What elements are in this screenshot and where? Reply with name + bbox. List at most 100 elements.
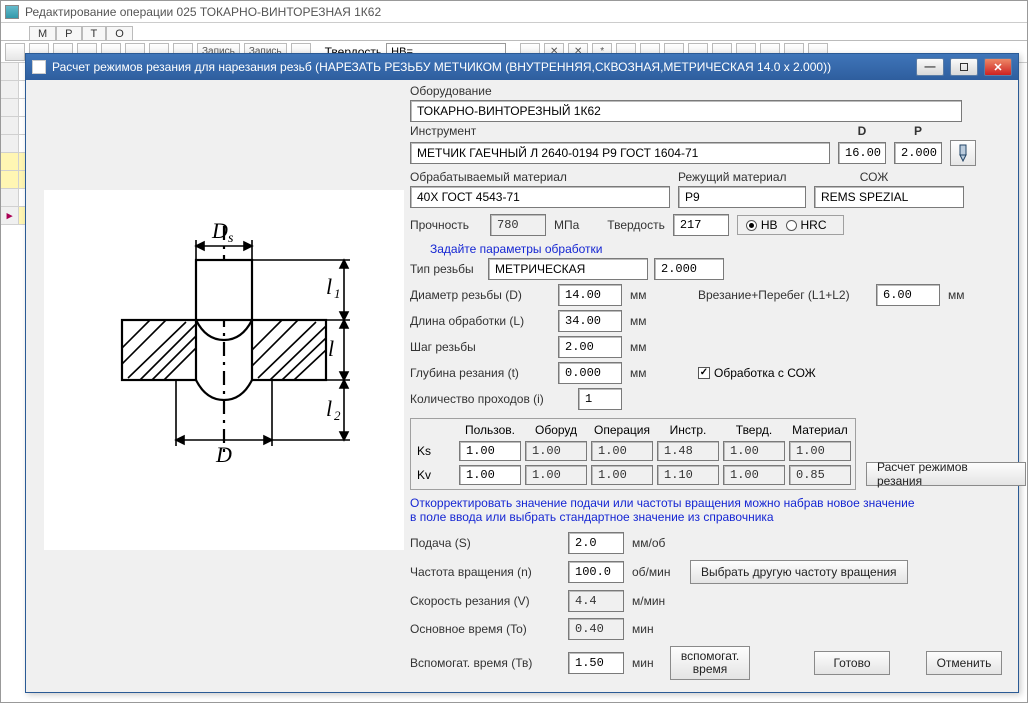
- svg-text:1: 1: [334, 286, 341, 301]
- tb-btn-1[interactable]: [5, 43, 25, 61]
- step-unit: мм: [630, 340, 647, 354]
- passes-lbl: Количество проходов (i): [410, 392, 570, 406]
- minimize-button[interactable]: —: [916, 58, 944, 76]
- kv-5: 0.85: [789, 465, 851, 485]
- radio-hb[interactable]: HB: [746, 218, 778, 232]
- aux-time-button[interactable]: вспомогат. время: [670, 646, 750, 680]
- tab-r[interactable]: Р: [56, 26, 81, 40]
- calc-button[interactable]: Расчет режимов резания: [866, 462, 1026, 486]
- radio-hrc[interactable]: HRC: [786, 218, 827, 232]
- workmat-field[interactable]: 40Х ГОСТ 4543-71: [410, 186, 670, 208]
- tab-o[interactable]: О: [106, 26, 133, 40]
- dia-lbl: Диаметр резьбы (D): [410, 288, 550, 302]
- svg-text:l: l: [328, 336, 334, 361]
- kv-0[interactable]: 1.00: [459, 465, 521, 485]
- depth-lbl: Глубина резания (t): [410, 366, 550, 380]
- aux-field[interactable]: 1.50: [568, 652, 624, 674]
- strength-field: 780: [490, 214, 546, 236]
- cutmat-field[interactable]: P9: [678, 186, 806, 208]
- dlg-titlebar[interactable]: Расчет режимов резания для нарезания рез…: [26, 54, 1018, 80]
- ok-button[interactable]: Готово: [814, 651, 890, 675]
- ks-4: 1.00: [723, 441, 785, 461]
- dia-field[interactable]: 14.00: [558, 284, 622, 306]
- dia-unit: мм: [630, 288, 658, 302]
- coolant-checkbox[interactable]: Обработка с СОЖ: [698, 366, 816, 380]
- rpm-picker-button[interactable]: Выбрать другую частоту вращения: [690, 560, 908, 584]
- coef-row-ks: Ks: [415, 444, 455, 458]
- thread-pitch-box[interactable]: 2.000: [654, 258, 724, 280]
- depth-field[interactable]: 0.000: [558, 362, 622, 384]
- svg-text:D: D: [211, 218, 228, 243]
- thread-type-lbl: Тип резьбы: [410, 262, 482, 276]
- cancel-button[interactable]: Отменить: [926, 651, 1002, 675]
- rpm-unit: об/мин: [632, 565, 682, 579]
- dlg-title-text: Расчет режимов резания для нарезания рез…: [52, 60, 831, 74]
- outer-tabs: М Р Т О: [1, 23, 1027, 41]
- coef-col-0: Пользов.: [459, 423, 521, 437]
- app-icon: [5, 5, 19, 19]
- thread-type-field[interactable]: МЕТРИЧЕСКАЯ: [488, 258, 648, 280]
- hard-field[interactable]: 217: [673, 214, 729, 236]
- tip-line-1: Откорректировать значение подачи или час…: [410, 496, 1002, 510]
- coef-col-3: Инстр.: [657, 423, 719, 437]
- tool-lbl: Инструмент: [410, 124, 830, 138]
- dlg-icon: [32, 60, 46, 74]
- ks-0[interactable]: 1.00: [459, 441, 521, 461]
- equip-lbl: Оборудование: [410, 84, 492, 98]
- params-hint: Задайте параметры обработки: [430, 242, 602, 256]
- svg-text:l: l: [326, 396, 332, 421]
- feed-lbl: Подача (S): [410, 536, 560, 550]
- maximize-button[interactable]: [950, 58, 978, 76]
- aux-lbl: Вспомогат. время (Тв): [410, 656, 560, 670]
- editor-window: Редактирование операции 025 ТОКАРНО-ВИНТ…: [0, 0, 1028, 703]
- step-field[interactable]: 2.00: [558, 336, 622, 358]
- svg-text:D: D: [215, 442, 232, 467]
- speed-unit: м/мин: [632, 594, 665, 608]
- form-area: Оборудование ТОКАРНО-ВИНТОРЕЗНЫЙ 1К62 Ин…: [410, 84, 1002, 684]
- coolant-field[interactable]: REMS SPEZIAL: [814, 186, 964, 208]
- speed-field: 4.4: [568, 590, 624, 612]
- rpm-lbl: Частота вращения (n): [410, 565, 560, 579]
- coef-col-4: Тверд.: [723, 423, 785, 437]
- p-field[interactable]: 2.000: [894, 142, 942, 164]
- cutting-modes-dialog: Расчет режимов резания для нарезания рез…: [25, 53, 1019, 693]
- basetime-field: 0.40: [568, 618, 624, 640]
- coef-col-2: Операция: [591, 423, 653, 437]
- d-field[interactable]: 16.00: [838, 142, 886, 164]
- thread-diagram: Ds D l1: [44, 190, 404, 550]
- tab-t[interactable]: Т: [82, 26, 107, 40]
- p-lbl: P: [894, 124, 942, 138]
- tab-m[interactable]: М: [29, 26, 56, 40]
- len-lbl: Длина обработки (L): [410, 314, 550, 328]
- basetime-lbl: Основное время (To): [410, 622, 560, 636]
- plunge-unit: мм: [948, 288, 965, 302]
- len-field[interactable]: 34.00: [558, 310, 622, 332]
- d-lbl: D: [838, 124, 886, 138]
- plunge-field[interactable]: 6.00: [876, 284, 940, 306]
- feed-field[interactable]: 2.0: [568, 532, 624, 554]
- svg-text:l: l: [326, 274, 332, 299]
- outer-titlebar: Редактирование операции 025 ТОКАРНО-ВИНТ…: [1, 1, 1027, 23]
- close-button[interactable]: ✕: [984, 58, 1012, 76]
- svg-text:s: s: [228, 231, 234, 246]
- kv-2: 1.00: [591, 465, 653, 485]
- speed-lbl: Скорость резания (V): [410, 594, 560, 608]
- rpm-field[interactable]: 100.0: [568, 561, 624, 583]
- outer-title-text: Редактирование операции 025 ТОКАРНО-ВИНТ…: [25, 5, 381, 19]
- tool-field[interactable]: МЕТЧИК ГАЕЧНЫЙ Л 2640-0194 Р9 ГОСТ 1604-…: [410, 142, 830, 164]
- feed-unit: мм/об: [632, 536, 665, 550]
- kv-4: 1.00: [723, 465, 785, 485]
- tool-picker-icon[interactable]: [950, 140, 976, 166]
- tip-line-2: в поле ввода или выбрать стандартное зна…: [410, 510, 1002, 524]
- svg-text:2: 2: [334, 408, 341, 423]
- coef-row-kv: Kv: [415, 468, 455, 482]
- passes-field[interactable]: 1: [578, 388, 622, 410]
- kv-1: 1.00: [525, 465, 587, 485]
- strength-lbl: Прочность: [410, 218, 482, 232]
- coef-col-1: Оборуд: [525, 423, 587, 437]
- cutmat-lbl: Режущий материал: [678, 170, 806, 184]
- basetime-unit: мин: [632, 622, 654, 636]
- equip-field[interactable]: ТОКАРНО-ВИНТОРЕЗНЫЙ 1К62: [410, 100, 962, 122]
- hard-lbl: Твердость: [607, 218, 665, 232]
- step-lbl: Шаг резьбы: [410, 340, 550, 354]
